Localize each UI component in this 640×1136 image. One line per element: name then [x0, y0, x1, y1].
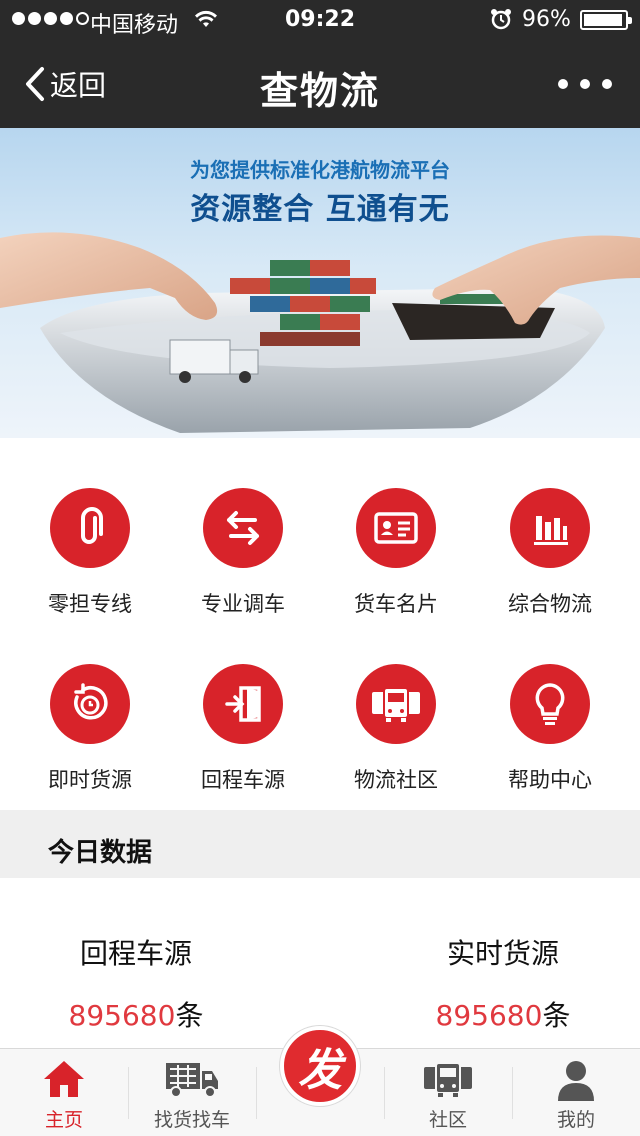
- chevron-left-icon: [26, 67, 44, 101]
- tab-home[interactable]: 主页: [0, 1049, 128, 1136]
- more-options-button[interactable]: [558, 70, 612, 98]
- stat-unit: 条: [542, 999, 571, 1032]
- menu-item-ltl-line[interactable]: 零担专线: [10, 438, 170, 616]
- lightbulb-icon: [510, 664, 590, 744]
- wifi-icon: [194, 9, 218, 35]
- stat-unit: 条: [175, 999, 204, 1032]
- stat-value: 895680: [68, 999, 176, 1032]
- feature-grid: 零担专线 专业调车 货车名片 综合物流 即时货源 回程车源 物流社区 帮助中心: [0, 438, 640, 810]
- clock-refresh-icon: [50, 664, 130, 744]
- tab-label: 我的: [556, 1109, 595, 1131]
- menu-label: 帮助中心: [508, 768, 592, 792]
- home-icon: [0, 1059, 128, 1103]
- promo-banner[interactable]: 为您提供标准化港航物流平台 资源整合 互通有无: [0, 128, 640, 438]
- menu-item-truck-card[interactable]: 货车名片: [316, 438, 476, 616]
- battery-percent: 96%: [522, 7, 571, 32]
- bar-chart-icon: [510, 488, 590, 568]
- publish-label: 发: [298, 1045, 342, 1096]
- menu-item-instant-cargo[interactable]: 即时货源: [10, 614, 170, 792]
- menu-item-logistics-community[interactable]: 物流社区: [316, 614, 476, 792]
- id-card-icon: [356, 488, 436, 568]
- status-bar: 中国移动 09:22 96%: [0, 0, 640, 40]
- banner-illustration: [0, 232, 640, 433]
- tab-label: 找货找车: [153, 1109, 230, 1131]
- battery-icon: [580, 10, 632, 30]
- alarm-clock-icon: [490, 8, 512, 36]
- publish-button[interactable]: 发: [280, 1026, 360, 1106]
- back-button[interactable]: 返回: [24, 64, 106, 104]
- paperclip-icon: [50, 488, 130, 568]
- swap-arrows-icon: [203, 488, 283, 568]
- tab-label: 社区: [428, 1109, 467, 1131]
- tab-community[interactable]: 社区: [384, 1049, 512, 1136]
- stat-name: 实时货源: [446, 937, 559, 970]
- menu-label: 物流社区: [354, 768, 438, 792]
- stat-value: 895680: [435, 999, 543, 1032]
- today-stats: 回程车源 895680条 实时货源 895680条: [0, 878, 640, 1048]
- menu-label: 回程车源: [201, 768, 285, 792]
- trucks-icon: [356, 664, 436, 744]
- back-label: 返回: [50, 69, 107, 102]
- carrier-name: 中国移动: [90, 13, 179, 38]
- stat-realtime-cargo[interactable]: 实时货源 895680条: [393, 932, 613, 1034]
- stat-name: 回程车源: [79, 937, 192, 970]
- menu-item-integrated-logistics[interactable]: 综合物流: [470, 438, 630, 616]
- menu-item-truck-dispatch[interactable]: 专业调车: [163, 438, 323, 616]
- truck-icon: [128, 1059, 256, 1103]
- tab-mine[interactable]: 我的: [512, 1049, 640, 1136]
- menu-item-help-center[interactable]: 帮助中心: [470, 614, 630, 792]
- user-icon: [512, 1059, 640, 1103]
- return-door-icon: [203, 664, 283, 744]
- nav-bar: 返回 查物流: [0, 40, 640, 128]
- tab-find-cargo-truck[interactable]: 找货找车: [128, 1049, 256, 1136]
- section-title: 今日数据: [48, 838, 153, 868]
- buses-icon: [384, 1059, 512, 1103]
- menu-item-return-trucks[interactable]: 回程车源: [163, 614, 323, 792]
- stat-return-trucks[interactable]: 回程车源 895680条: [26, 932, 246, 1034]
- menu-label: 即时货源: [48, 768, 132, 792]
- signal-strength-icon: [12, 12, 89, 25]
- today-data-header: 今日数据: [0, 810, 640, 878]
- tab-label: 主页: [44, 1109, 83, 1131]
